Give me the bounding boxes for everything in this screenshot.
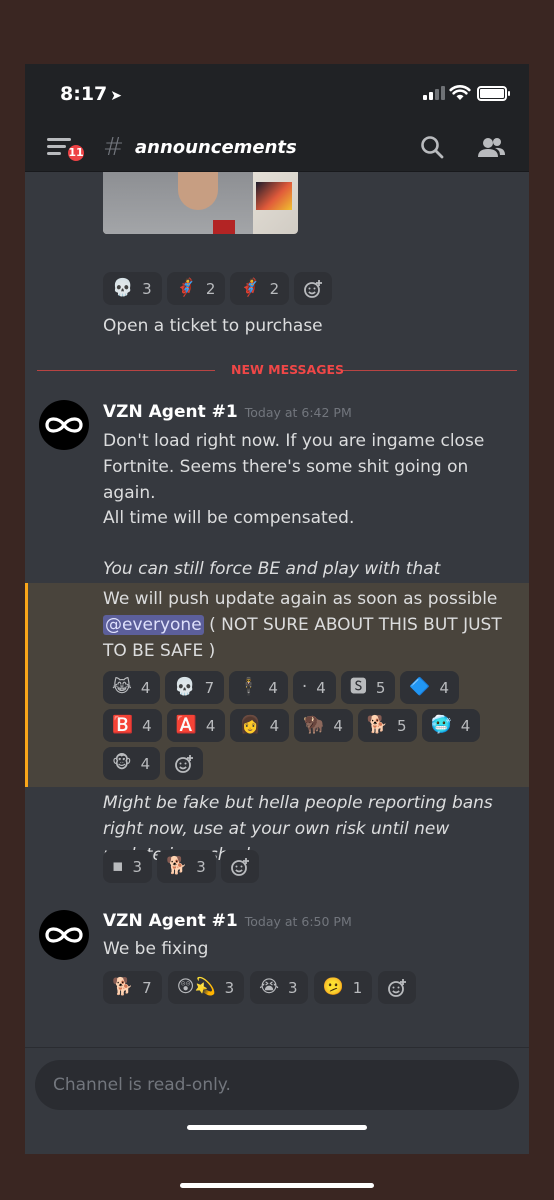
battery-icon <box>477 86 510 101</box>
channel-title[interactable]: announcements <box>135 137 297 158</box>
add-reaction-icon[interactable] <box>294 272 333 305</box>
reaction-pill[interactable]: 🥶 4 <box>421 709 481 742</box>
home-indicator[interactable] <box>187 1125 367 1130</box>
reaction-pill[interactable]: ▪ 3 <box>103 850 153 883</box>
reaction-row: 🐕 7 😲💫 3 😭 3 🫤 1 <box>103 971 513 1004</box>
everyone-mention[interactable]: @everyone <box>103 615 204 635</box>
avatar[interactable] <box>39 910 89 960</box>
avatar[interactable] <box>39 400 89 450</box>
reaction-pill[interactable]: · 4 <box>292 671 336 704</box>
reaction-row: ▪ 3 🐕 3 <box>103 850 493 883</box>
reaction-pill[interactable]: 🐕 3 <box>157 850 216 883</box>
status-bar: 8:17 ➤ <box>25 64 529 126</box>
channel-hash-icon: # <box>103 132 124 161</box>
reaction-pill[interactable]: 😹 4 <box>103 671 161 704</box>
new-messages-label: NEW MESSAGES <box>231 362 345 377</box>
status-time: 8:17 ➤ <box>60 83 122 105</box>
reaction-pill[interactable]: 🐕 5 <box>357 709 417 742</box>
reaction-pill[interactable]: 🅱️ 4 <box>103 709 162 742</box>
add-reaction-icon[interactable] <box>378 971 417 1004</box>
reaction-pill[interactable]: 🦸 2 <box>166 272 226 305</box>
message-timestamp: Today at 6:42 PM <box>244 405 352 420</box>
reaction-pill[interactable]: 🦸 2 <box>230 272 290 305</box>
reaction-pill[interactable]: 🆂 5 <box>340 671 396 704</box>
message-input[interactable]: Channel is read-only. <box>35 1060 519 1110</box>
reaction-pill[interactable]: 🫤 1 <box>313 971 373 1004</box>
message-text: We be fixing <box>103 939 209 959</box>
infinity-logo-icon <box>45 417 83 433</box>
reaction-pill[interactable]: 🔷 4 <box>400 671 460 704</box>
message-image[interactable] <box>103 172 298 234</box>
phone-screen: 8:17 ➤ 11 # announcements 💀 3 🦸 2 🦸 2 Op… <box>25 64 529 1154</box>
message-author[interactable]: VZN Agent #1 Today at 6:42 PM <box>103 402 352 422</box>
home-indicator-outer[interactable] <box>180 1183 374 1188</box>
wifi-icon <box>449 85 471 100</box>
reaction-pill[interactable]: 🐕 7 <box>103 971 162 1004</box>
reaction-row: 💀 3 🦸 2 🦸 2 <box>103 272 493 305</box>
infinity-logo-icon <box>45 927 83 943</box>
location-arrow-icon: ➤ <box>110 88 122 104</box>
message-text: Don't load right now. If you are ingame … <box>103 431 485 503</box>
new-messages-divider: NEW MESSAGES <box>37 362 517 378</box>
message-text: All time will be compensated. <box>103 508 355 528</box>
message-text: We will push update again as soon as pos… <box>103 589 502 661</box>
reaction-pill[interactable]: 🕴 4 <box>229 671 288 704</box>
cellular-signal-icon <box>423 86 445 100</box>
composer: Channel is read-only. <box>25 1047 529 1154</box>
add-reaction-icon[interactable] <box>165 747 204 780</box>
message-author[interactable]: VZN Agent #1 Today at 6:50 PM <box>103 911 352 931</box>
reaction-pill[interactable]: 👩 4 <box>230 709 290 742</box>
reaction-pill[interactable]: 💀 7 <box>165 671 225 704</box>
reaction-pill[interactable]: 🅰️ 4 <box>166 709 226 742</box>
reaction-row: 😹 4 💀 7 🕴 4 · 4 🆂 5 🔷 4 🅱️ 4 🅰️ 4 👩 4 🦬 4 🐕 5 🥶 4 🐵 4 <box>103 671 493 780</box>
members-icon[interactable] <box>476 134 508 162</box>
reaction-pill[interactable]: 🦬 4 <box>294 709 353 742</box>
message-text: You can still force BE and play with tha… <box>103 559 441 579</box>
notification-badge: 11 <box>65 142 87 164</box>
reaction-pill[interactable]: 😲💫 3 <box>167 971 245 1004</box>
message-list[interactable]: 💀 3 🦸 2 🦸 2 Open a ticket to purchase NEW M… <box>25 172 529 1047</box>
reaction-pill[interactable]: 😭 3 <box>250 971 308 1004</box>
search-icon[interactable] <box>419 134 447 162</box>
message-text: Open a ticket to purchase <box>103 316 323 336</box>
reaction-pill[interactable]: 🐵 4 <box>103 747 161 780</box>
message-timestamp: Today at 6:50 PM <box>244 914 352 929</box>
channel-header: 11 # announcements <box>25 126 529 172</box>
reaction-pill[interactable]: 💀 3 <box>103 272 162 305</box>
add-reaction-icon[interactable] <box>220 850 259 883</box>
